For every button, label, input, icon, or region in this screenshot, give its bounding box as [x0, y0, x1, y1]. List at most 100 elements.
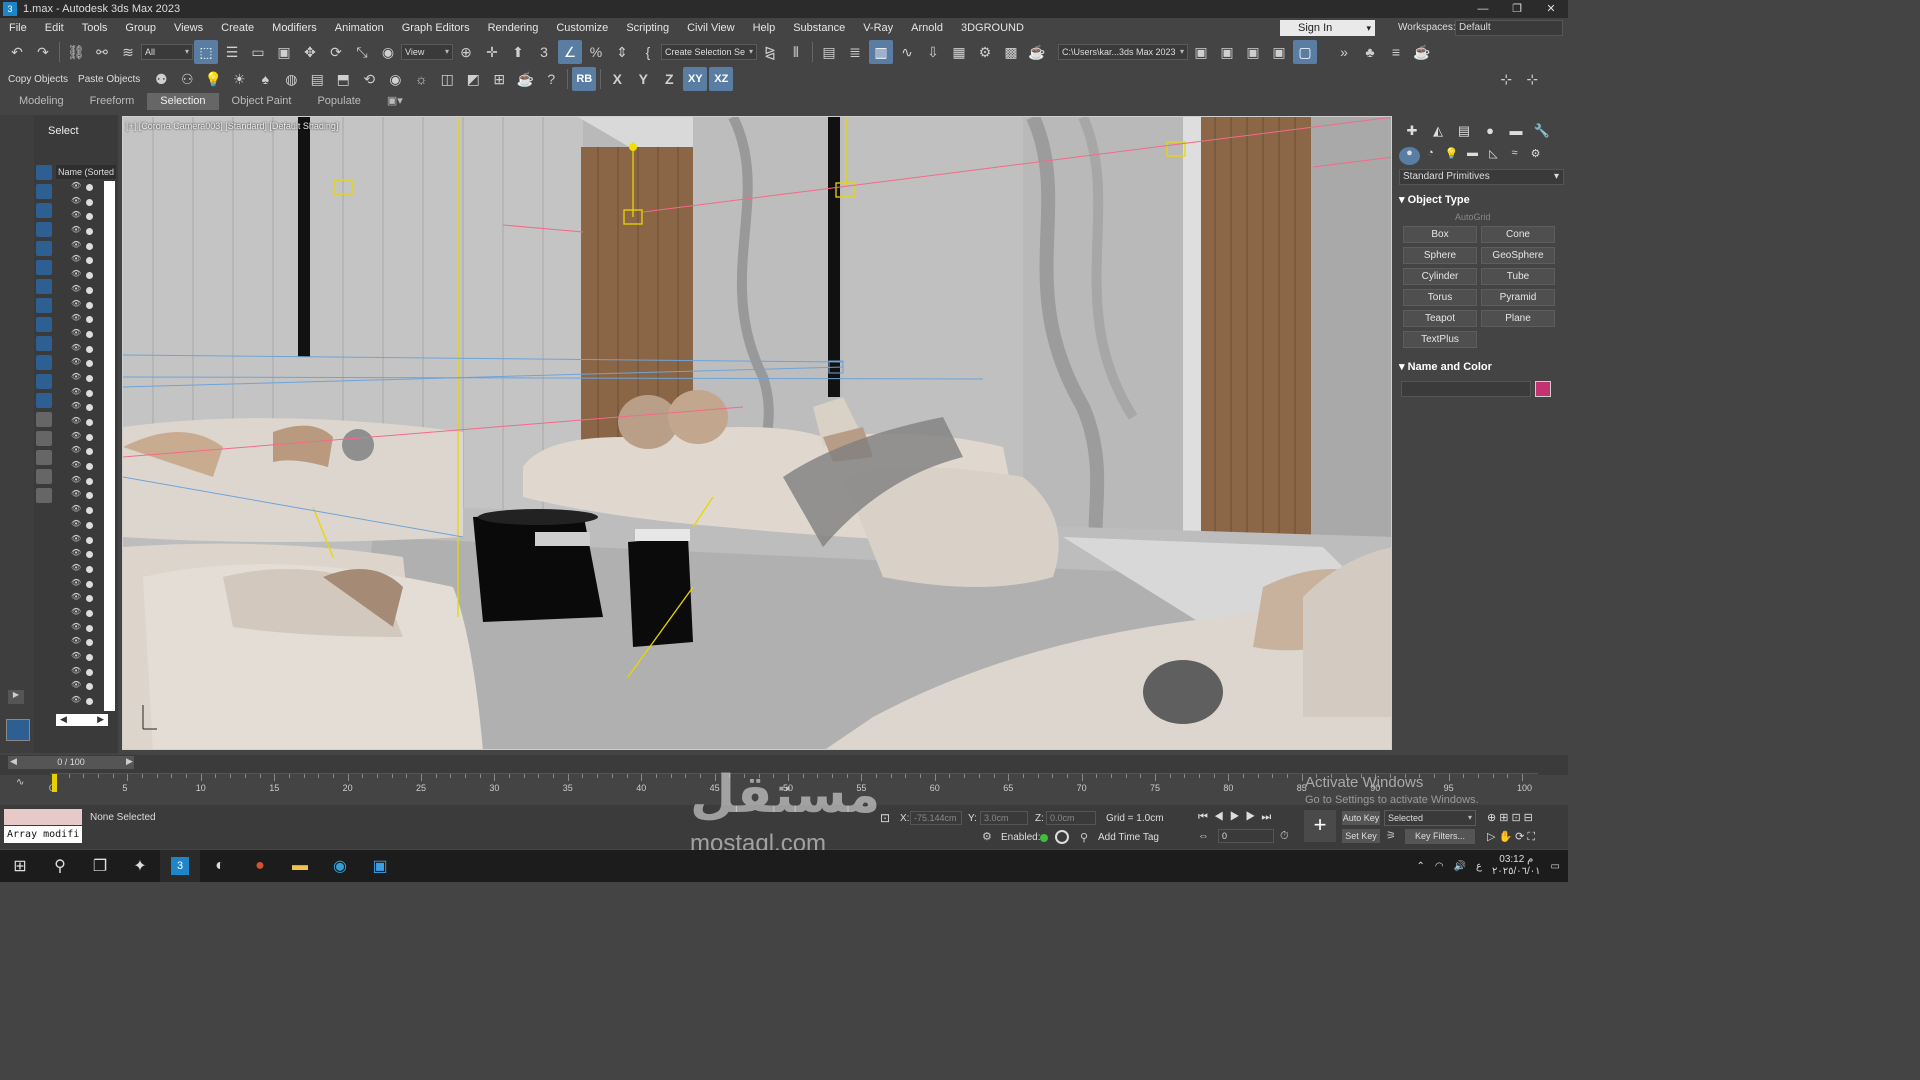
- explorer-row[interactable]: [56, 240, 108, 255]
- time-configuration-icon[interactable]: ⏱: [1280, 830, 1289, 843]
- light-icon[interactable]: ☼: [409, 67, 433, 91]
- key-selection-dropdown[interactable]: Selected: [1384, 810, 1476, 826]
- explorer-row[interactable]: [56, 578, 108, 593]
- task-view-icon[interactable]: ❐: [80, 850, 120, 882]
- group-helper-icon[interactable]: ⚇: [175, 67, 199, 91]
- spacewarps-icon[interactable]: ≈: [1504, 147, 1525, 165]
- toggle-ribbon-icon[interactable]: ▥: [869, 40, 893, 64]
- workspaces-dropdown[interactable]: Default: [1455, 20, 1563, 36]
- open-explorer-icon[interactable]: ▣: [1189, 40, 1213, 64]
- render-element-icon[interactable]: ◍: [279, 67, 303, 91]
- explorer-row[interactable]: [56, 254, 108, 269]
- autogrid-checkbox[interactable]: AutoGrid: [1455, 212, 1568, 222]
- manage-layers-icon[interactable]: ▣: [1215, 40, 1239, 64]
- explorer-row[interactable]: [56, 695, 108, 710]
- menu-edit[interactable]: Edit: [36, 18, 73, 38]
- explorer-row[interactable]: [56, 636, 108, 651]
- scene-tree-icon[interactable]: ♣: [1358, 40, 1382, 64]
- menu-arnold[interactable]: Arnold: [902, 18, 952, 38]
- schematic-view-icon[interactable]: ⇩: [921, 40, 945, 64]
- align-icon[interactable]: ⫴: [784, 40, 808, 64]
- cylinder-button[interactable]: Cylinder: [1403, 268, 1477, 285]
- cameras-icon[interactable]: ▬: [1462, 147, 1483, 165]
- rotate-icon[interactable]: ⟳: [324, 40, 348, 64]
- play-icon[interactable]: ▶: [1230, 811, 1246, 823]
- teapot-small-icon[interactable]: ☕: [513, 67, 537, 91]
- explorer-row[interactable]: [56, 196, 108, 211]
- filter-helpers-icon[interactable]: [36, 241, 52, 256]
- copy-objects-button[interactable]: Copy Objects: [8, 74, 68, 85]
- grid-icon[interactable]: ⊞: [487, 67, 511, 91]
- filter-hidden-icon[interactable]: [36, 374, 52, 389]
- explorer-row[interactable]: [56, 592, 108, 607]
- go-to-end-icon[interactable]: ⏭: [1261, 811, 1277, 823]
- menu-scripting[interactable]: Scripting: [617, 18, 678, 38]
- zoom-all-icon[interactable]: ⊞: [1499, 812, 1511, 824]
- explorer-row[interactable]: [56, 181, 108, 196]
- curve-editor-icon[interactable]: ∿: [895, 40, 919, 64]
- scale-icon[interactable]: ⤡: [350, 40, 374, 64]
- explorer-row[interactable]: [56, 622, 108, 637]
- menu-3dground[interactable]: 3DGROUND: [952, 18, 1033, 38]
- explorer-row[interactable]: [56, 284, 108, 299]
- mirror-icon[interactable]: ⧎: [758, 40, 782, 64]
- filter-none-icon[interactable]: [36, 412, 52, 427]
- select-manipulate-icon[interactable]: ✛: [480, 40, 504, 64]
- pivot-center-icon[interactable]: ⊕: [454, 40, 478, 64]
- toggle-layer-explorer-icon[interactable]: ≣: [843, 40, 867, 64]
- clock[interactable]: 03:12 م ٢٠٢٥/٠٦/٠١: [1492, 854, 1541, 878]
- object-type-rollout[interactable]: ▾ Object Type: [1399, 193, 1564, 206]
- material-editor-icon[interactable]: ▦: [947, 40, 971, 64]
- spinner-snap-icon[interactable]: ⇕: [610, 40, 634, 64]
- current-frame-marker[interactable]: [52, 774, 57, 792]
- cone-button[interactable]: Cone: [1481, 226, 1555, 243]
- link-icon[interactable]: ⛓: [64, 40, 88, 64]
- select-object-icon[interactable]: ⬚: [194, 40, 218, 64]
- filter-spacewarps-icon[interactable]: [36, 260, 52, 275]
- filter-invert-icon[interactable]: [36, 431, 52, 446]
- explorer-row[interactable]: [56, 666, 108, 681]
- viewport-layout-icon[interactable]: [6, 719, 30, 741]
- language-indicator[interactable]: ع: [1476, 861, 1482, 872]
- constrain-y-button[interactable]: Y: [631, 67, 655, 91]
- save-project-icon[interactable]: ▢: [1293, 40, 1317, 64]
- explorer-row[interactable]: [56, 269, 108, 284]
- layer-icon[interactable]: ▣: [1241, 40, 1265, 64]
- explorer-row[interactable]: [56, 504, 108, 519]
- rect-selection-icon[interactable]: ▭: [246, 40, 270, 64]
- filter-containers-icon[interactable]: [36, 336, 52, 351]
- frame2-icon[interactable]: ◩: [461, 67, 485, 91]
- explorer-row[interactable]: [56, 225, 108, 240]
- menu-tools[interactable]: Tools: [73, 18, 117, 38]
- filter-settings-icon[interactable]: [36, 450, 52, 465]
- explorer-row[interactable]: [56, 519, 108, 534]
- enabled-indicator[interactable]: [1040, 834, 1048, 842]
- tab-populate[interactable]: Populate: [304, 93, 373, 110]
- render-setup-icon[interactable]: ⚙: [973, 40, 997, 64]
- utilities-tab-icon[interactable]: 🔧: [1529, 123, 1555, 143]
- prev-frame-icon[interactable]: ◀: [10, 756, 17, 767]
- x-coordinate-field[interactable]: -75.144cm: [910, 811, 962, 825]
- menu-list-icon[interactable]: ≡: [1384, 40, 1408, 64]
- project-folder-dropdown[interactable]: C:\Users\kar...3ds Max 2023: [1058, 44, 1188, 60]
- sun-icon[interactable]: ☀: [227, 67, 251, 91]
- pyramid-button[interactable]: Pyramid: [1481, 289, 1555, 306]
- filter-shapes-icon[interactable]: [36, 184, 52, 199]
- auto-key-button[interactable]: Auto Key: [1342, 811, 1380, 825]
- rb-button[interactable]: RB: [572, 67, 597, 91]
- menu-rendering[interactable]: Rendering: [479, 18, 548, 38]
- 3dsmax-taskbar-icon[interactable]: 3: [160, 850, 200, 882]
- go-to-start-icon[interactable]: ⏮: [1198, 811, 1214, 823]
- y-coordinate-field[interactable]: 3.0cm: [980, 811, 1028, 825]
- light-bulb-icon[interactable]: 💡: [201, 67, 225, 91]
- viewport[interactable]: [122, 116, 1392, 750]
- explorer-row[interactable]: [56, 680, 108, 695]
- isolate-toggle-icon[interactable]: [1055, 830, 1069, 844]
- reference-coordinate-dropdown[interactable]: View: [401, 44, 453, 60]
- maxscript-input[interactable]: Array modifi: [4, 826, 82, 843]
- move-icon[interactable]: ✥: [298, 40, 322, 64]
- teapot-button[interactable]: Teapot: [1403, 310, 1477, 327]
- explorer-row[interactable]: [56, 607, 108, 622]
- systems-icon[interactable]: ⚙: [1525, 147, 1546, 165]
- menu-substance[interactable]: Substance: [784, 18, 854, 38]
